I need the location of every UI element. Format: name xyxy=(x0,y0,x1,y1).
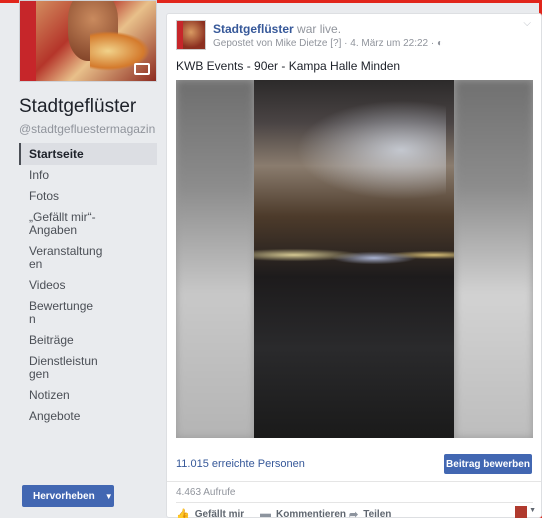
post-meta: Gepostet von Mike Dietze [?] · 4. März u… xyxy=(213,38,444,49)
post-action-text: war live. xyxy=(293,22,342,36)
camera-icon[interactable] xyxy=(134,63,150,75)
nav-item-angebote[interactable]: Angebote xyxy=(19,406,157,427)
post-header: Stadtgeflüster war live. xyxy=(213,22,341,36)
chevron-down-icon[interactable]: ⌵ xyxy=(523,18,531,29)
video-light-beam xyxy=(296,100,446,200)
author-avatar[interactable] xyxy=(176,20,206,50)
video-stage-lights xyxy=(254,240,454,270)
page-title: Stadtgeflüster xyxy=(19,96,137,117)
nav-item-info[interactable]: Info xyxy=(19,165,157,186)
thumbs-up-icon: 👍 xyxy=(176,509,190,518)
like-button[interactable]: 👍 Gefällt mir xyxy=(176,508,244,518)
profile-picture[interactable] xyxy=(19,0,157,82)
post-text: KWB Events - 90er - Kampa Halle Minden xyxy=(176,59,401,73)
like-label: Gefällt mir xyxy=(194,509,245,518)
chevron-down-icon[interactable]: ▼ xyxy=(529,507,536,514)
live-video[interactable] xyxy=(176,80,533,438)
reach-link[interactable]: 11.015 erreichte Personen xyxy=(176,458,305,470)
share-button[interactable]: ➦ Teilen xyxy=(349,508,391,518)
comment-button[interactable]: ▬ Kommentieren xyxy=(260,508,346,518)
promote-label: Hervorheben xyxy=(33,490,95,502)
page-handle[interactable]: @stadtgefluestermagazin xyxy=(19,122,155,136)
comment-label: Kommentieren xyxy=(276,508,347,518)
post-card: Stadtgeflüster war live. Gepostet von Mi… xyxy=(166,13,542,518)
promote-button[interactable]: Hervorheben ▼ xyxy=(22,485,114,507)
share-arrow-icon: ➦ xyxy=(349,509,359,518)
cover-red-strip xyxy=(20,1,36,81)
nav-item-veranstaltungen[interactable]: Veranstaltungen xyxy=(19,241,105,275)
nav-item-fotos[interactable]: Fotos xyxy=(19,186,157,207)
video-blur-left xyxy=(176,80,254,438)
page-nav: Startseite Info Fotos „Gefällt mir“-Anga… xyxy=(19,143,157,427)
nav-item-videos[interactable]: Videos xyxy=(19,275,157,296)
view-count: 4.463 Aufrufe xyxy=(176,487,236,498)
boost-post-button[interactable]: Beitrag bewerben xyxy=(444,454,532,474)
post-author-name[interactable]: Stadtgeflüster xyxy=(213,22,294,36)
nav-item-startseite[interactable]: Startseite xyxy=(19,143,157,165)
divider xyxy=(176,502,533,503)
acting-as-avatar[interactable] xyxy=(515,506,527,518)
nav-item-notizen[interactable]: Notizen xyxy=(19,385,157,406)
video-blur-right xyxy=(455,80,533,438)
chevron-down-icon[interactable]: ▼ xyxy=(105,492,113,501)
nav-item-gefaellt-mir[interactable]: „Gefällt mir“-Angaben xyxy=(19,207,99,241)
nav-item-bewertungen[interactable]: Bewertungen xyxy=(19,296,97,330)
nav-item-beitraege[interactable]: Beiträge xyxy=(19,330,157,351)
divider xyxy=(167,481,541,482)
share-label: Teilen xyxy=(363,509,392,518)
comment-icon: ▬ xyxy=(260,508,271,518)
nav-item-dienstleistungen[interactable]: Dienstleistungen xyxy=(19,351,99,385)
